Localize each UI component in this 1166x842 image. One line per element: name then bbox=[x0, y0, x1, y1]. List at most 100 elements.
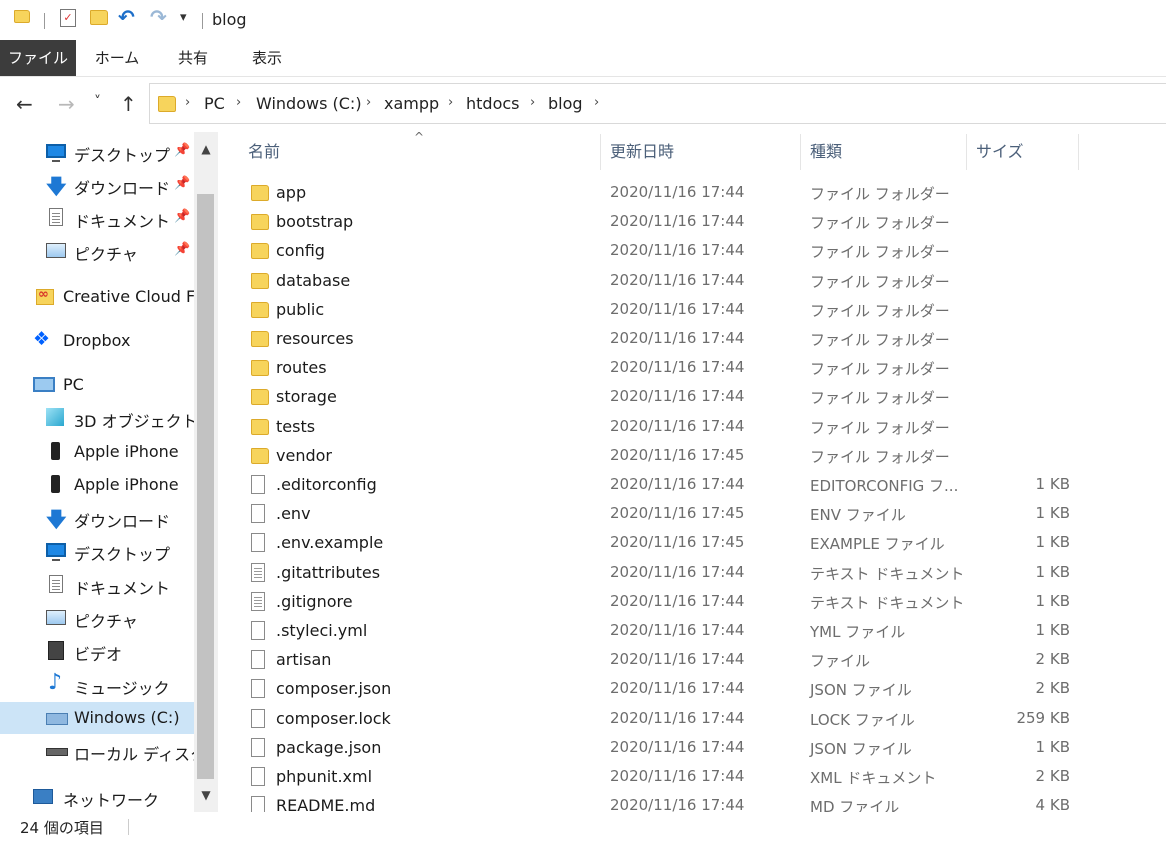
file-row[interactable]: composer.json 2020/11/16 17:44 JSON ファイル 2 … bbox=[218, 674, 1166, 703]
forward-arrow-icon[interactable]: → bbox=[58, 92, 75, 116]
file-row[interactable]: package.json 2020/11/16 17:44 JSON ファイル 1 K… bbox=[218, 733, 1166, 762]
file-name: .gitignore bbox=[276, 591, 353, 611]
recent-locations-chevron-icon[interactable]: ˅ bbox=[94, 94, 101, 110]
file-icon bbox=[251, 767, 265, 786]
breadcrumb-pc[interactable]: PC bbox=[204, 94, 225, 113]
column-divider[interactable] bbox=[1078, 134, 1079, 170]
nav-item-music[interactable]: ♪ ミュージック bbox=[0, 669, 194, 701]
column-header-size[interactable]: サイズ bbox=[976, 132, 1076, 172]
chevron-right-icon[interactable]: › bbox=[448, 95, 453, 110]
scrollbar-thumb[interactable] bbox=[197, 194, 214, 779]
toolbar-divider bbox=[202, 13, 203, 29]
file-row[interactable]: public 2020/11/16 17:44 ファイル フォルダー bbox=[218, 295, 1166, 324]
file-row[interactable]: .env 2020/11/16 17:45 ENV ファイル 1 KB bbox=[218, 499, 1166, 528]
nav-item-label: ネットワーク bbox=[63, 791, 160, 810]
nav-item-pc[interactable]: PC bbox=[0, 369, 194, 401]
nav-item-videos[interactable]: ビデオ bbox=[0, 635, 194, 667]
up-arrow-icon[interactable]: ↑ bbox=[120, 92, 137, 116]
nav-item-documents[interactable]: ドキュメント bbox=[0, 569, 194, 601]
file-icon bbox=[251, 621, 265, 640]
nav-item-downloads[interactable]: 🡇 ダウンロード bbox=[0, 502, 194, 534]
file-row[interactable]: app 2020/11/16 17:44 ファイル フォルダー bbox=[218, 178, 1166, 207]
file-name: app bbox=[276, 183, 307, 202]
tab-file[interactable]: ファイル bbox=[0, 40, 76, 76]
customize-toolbar-icon[interactable]: ▾ bbox=[180, 10, 187, 25]
scroll-down-icon[interactable]: ▼ bbox=[194, 788, 218, 802]
file-row[interactable]: resources 2020/11/16 17:44 ファイル フォルダー bbox=[218, 324, 1166, 353]
breadcrumb-xampp[interactable]: xampp bbox=[384, 94, 439, 113]
file-date: 2020/11/16 17:44 bbox=[610, 358, 745, 377]
file-row[interactable]: .gitattributes 2020/11/16 17:44 テキスト ドキュメン… bbox=[218, 558, 1166, 587]
file-row[interactable]: .styleci.yml 2020/11/16 17:44 YML ファイル 1 KB bbox=[218, 616, 1166, 645]
tab-view[interactable]: 表示 bbox=[240, 40, 294, 76]
file-date: 2020/11/16 17:44 bbox=[610, 299, 745, 318]
file-row[interactable]: bootstrap 2020/11/16 17:44 ファイル フォルダー bbox=[218, 207, 1166, 236]
status-divider bbox=[128, 819, 129, 835]
new-folder-icon[interactable] bbox=[90, 10, 108, 25]
redo-icon[interactable]: ↷ bbox=[150, 5, 167, 29]
file-name: tests bbox=[276, 416, 316, 436]
tab-share[interactable]: 共有 bbox=[166, 40, 220, 76]
chevron-right-icon[interactable]: › bbox=[185, 95, 190, 110]
title-bar: ✓ ↶ ↷ ▾ blog bbox=[0, 0, 1166, 40]
column-header-name[interactable]: 名前 bbox=[248, 132, 598, 172]
pin-icon[interactable]: 📌 bbox=[174, 143, 190, 158]
file-row[interactable]: routes 2020/11/16 17:44 ファイル フォルダー bbox=[218, 353, 1166, 382]
file-row[interactable]: artisan 2020/11/16 17:44 ファイル 2 KB bbox=[218, 645, 1166, 674]
address-bar[interactable]: › PC › Windows (C:) › xampp › htdocs › b… bbox=[149, 83, 1166, 124]
nav-item-desktop[interactable]: デスクトップ bbox=[0, 535, 194, 567]
folder-icon bbox=[251, 389, 269, 406]
chevron-right-icon[interactable]: › bbox=[530, 95, 535, 110]
file-row[interactable]: .env.example 2020/11/16 17:45 EXAMPLE ファイル… bbox=[218, 528, 1166, 557]
file-name: composer.lock bbox=[276, 708, 391, 728]
ribbon-tabs: ファイル ホーム 共有 表示 bbox=[0, 40, 1166, 77]
nav-item-iphone-2[interactable]: Apple iPhone bbox=[0, 469, 194, 501]
nav-item-creative-cloud[interactable]: Creative Cloud Files bbox=[0, 281, 194, 313]
nav-item-quick-documents[interactable]: ドキュメント 📌 bbox=[0, 202, 194, 234]
file-row[interactable]: storage 2020/11/16 17:44 ファイル フォルダー bbox=[218, 382, 1166, 411]
file-type: ファイル フォルダー bbox=[810, 243, 950, 262]
column-divider[interactable] bbox=[800, 134, 801, 170]
video-icon bbox=[48, 641, 64, 660]
breadcrumb-htdocs[interactable]: htdocs bbox=[466, 94, 520, 113]
breadcrumb-blog[interactable]: blog bbox=[548, 94, 583, 113]
file-row[interactable]: README.md 2020/11/16 17:44 MD ファイル 4 KB bbox=[218, 791, 1166, 812]
undo-icon[interactable]: ↶ bbox=[118, 5, 135, 29]
chevron-right-icon[interactable]: › bbox=[366, 95, 371, 110]
navigation-pane-scrollbar[interactable]: ▲ ▼ bbox=[194, 132, 218, 812]
nav-item-windows-c[interactable]: Windows (C:) bbox=[0, 702, 194, 734]
nav-item-quick-pictures[interactable]: ピクチャ 📌 bbox=[0, 235, 194, 267]
breadcrumb-windows-c[interactable]: Windows (C:) bbox=[256, 94, 362, 113]
scroll-up-icon[interactable]: ▲ bbox=[194, 142, 218, 156]
chevron-right-icon[interactable]: › bbox=[236, 95, 241, 110]
pin-icon[interactable]: 📌 bbox=[174, 209, 190, 224]
file-row[interactable]: vendor 2020/11/16 17:45 ファイル フォルダー bbox=[218, 441, 1166, 470]
file-row[interactable]: phpunit.xml 2020/11/16 17:44 XML ドキュメント 2 K… bbox=[218, 762, 1166, 791]
column-header-type[interactable]: 種類 bbox=[810, 132, 960, 172]
nav-item-pictures[interactable]: ピクチャ bbox=[0, 602, 194, 634]
file-icon bbox=[251, 737, 265, 757]
nav-item-local-disk-d[interactable]: ローカル ディスク (D:) bbox=[0, 735, 194, 767]
nav-item-network[interactable]: ネットワーク bbox=[0, 781, 194, 813]
file-row[interactable]: tests 2020/11/16 17:44 ファイル フォルダー bbox=[218, 412, 1166, 441]
file-row[interactable]: composer.lock 2020/11/16 17:44 LOCK ファイル 25… bbox=[218, 704, 1166, 733]
nav-item-quick-desktop[interactable]: デスクトップ 📌 bbox=[0, 136, 194, 168]
column-header-date[interactable]: 更新日時 bbox=[610, 132, 800, 172]
back-arrow-icon[interactable]: ← bbox=[16, 92, 33, 116]
column-divider[interactable] bbox=[600, 134, 601, 170]
nav-item-dropbox[interactable]: ❖ Dropbox bbox=[0, 325, 194, 357]
file-row[interactable]: config 2020/11/16 17:44 ファイル フォルダー bbox=[218, 236, 1166, 265]
pin-icon[interactable]: 📌 bbox=[174, 242, 190, 257]
file-row[interactable]: .gitignore 2020/11/16 17:44 テキスト ドキュメント 1 K… bbox=[218, 587, 1166, 616]
pin-icon[interactable]: 📌 bbox=[174, 176, 190, 191]
file-row[interactable]: database 2020/11/16 17:44 ファイル フォルダー bbox=[218, 266, 1166, 295]
tab-home[interactable]: ホーム bbox=[88, 40, 146, 76]
file-row[interactable]: .editorconfig 2020/11/16 17:44 EDITORCONFI… bbox=[218, 470, 1166, 499]
nav-item-iphone-1[interactable]: Apple iPhone bbox=[0, 436, 194, 468]
column-divider[interactable] bbox=[966, 134, 967, 170]
nav-item-quick-downloads[interactable]: 🡇 ダウンロード 📌 bbox=[0, 169, 194, 201]
chevron-right-icon[interactable]: › bbox=[594, 95, 599, 110]
download-icon: 🡇 bbox=[46, 174, 67, 198]
properties-icon[interactable]: ✓ bbox=[60, 9, 76, 27]
nav-item-3d-objects[interactable]: 3D オブジェクト bbox=[0, 402, 198, 434]
